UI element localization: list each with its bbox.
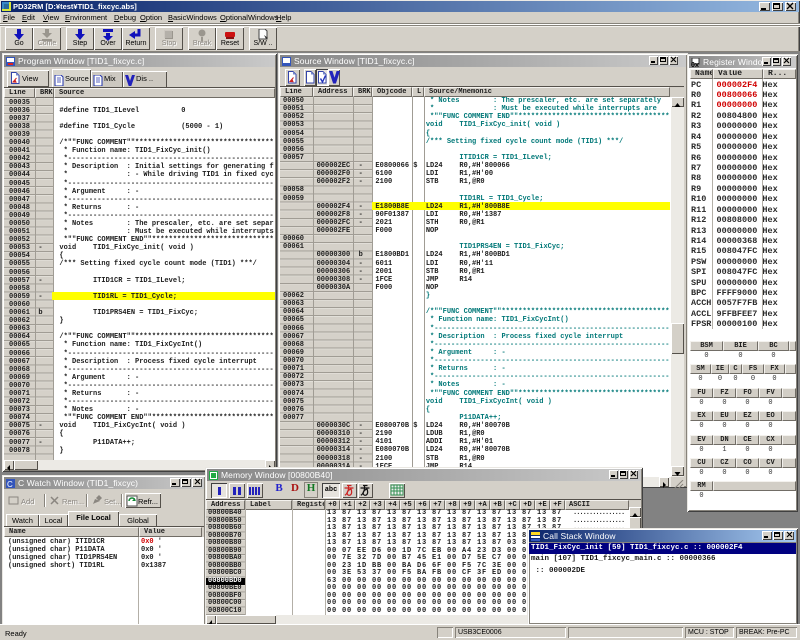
svg-text:0x: 0x bbox=[691, 62, 699, 67]
svg-text:C: C bbox=[7, 480, 13, 488]
